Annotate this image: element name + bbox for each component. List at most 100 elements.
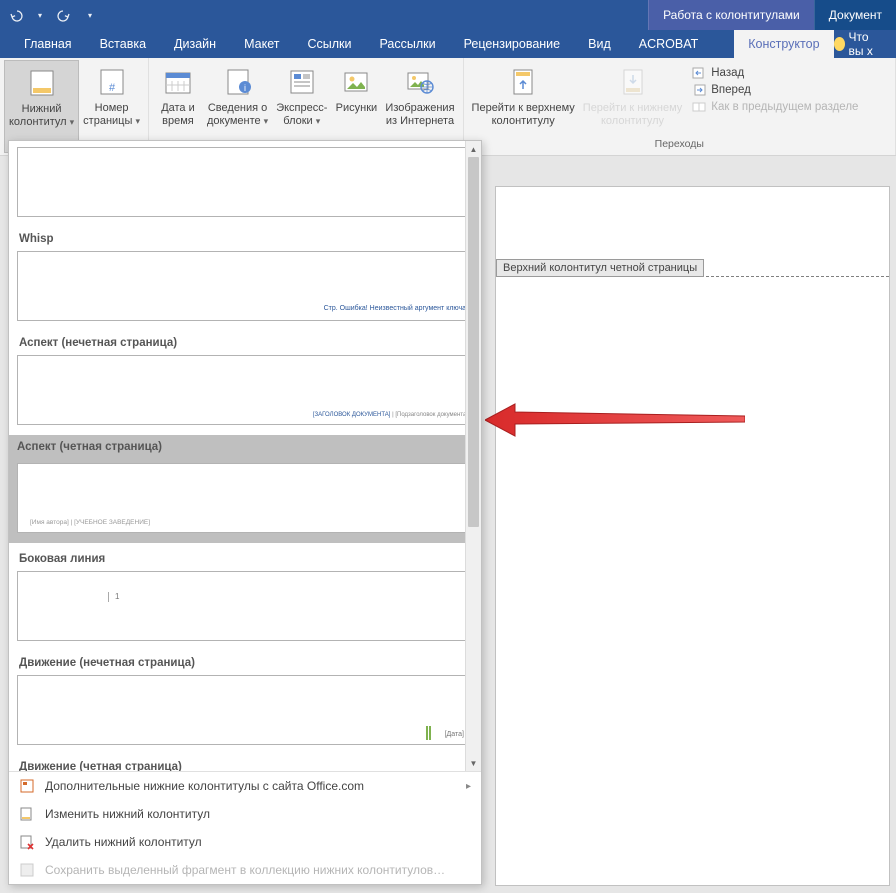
tab-insert[interactable]: Вставка (86, 30, 160, 58)
menu-label: Сохранить выделенный фрагмент в коллекци… (45, 863, 445, 877)
scroll-up-icon[interactable]: ▲ (466, 141, 481, 157)
contextual-tab-header: Работа с колонтитулами (648, 0, 814, 30)
doc-info-icon: i (222, 66, 254, 98)
preview-text: [Имя автора] | [УЧЕБНОЕ ЗАВЕДЕНИЕ] (30, 519, 150, 526)
menu-label: Изменить нижний колонтитул (45, 807, 210, 821)
gallery-item[interactable] (17, 145, 479, 223)
preview-text: [Дата] (445, 731, 464, 738)
gallery-item-selected[interactable]: Аспект (четная страница) [Имя автора] | … (17, 435, 479, 543)
gallery-preview: [Дата] (17, 675, 479, 745)
goto-footer-button[interactable]: Перейти к нижнему колонтитулу (579, 60, 686, 136)
title-bar: ▾ ▾ Работа с колонтитулами Документ (0, 0, 896, 30)
footer-gallery: Whisp Стр. Ошибка! Неизвестный аргумент … (8, 140, 482, 885)
redo-icon[interactable] (56, 7, 72, 23)
qat-customize-icon[interactable]: ▾ (82, 7, 98, 23)
group-navigation: Перейти к верхнему колонтитулу Перейти к… (464, 58, 896, 155)
nav-fwd-icon (692, 83, 706, 97)
online-pictures-label: Изображения из Интернета (385, 102, 454, 127)
office-icon (19, 778, 35, 794)
menu-label: Удалить нижний колонтитул (45, 835, 202, 849)
nav-back-label: Назад (711, 67, 744, 79)
tab-view[interactable]: Вид (574, 30, 625, 58)
gallery-preview: [ЗАГОЛОВОК ДОКУМЕНТА] | [Подзаголовок до… (17, 355, 479, 425)
online-pictures-icon (404, 66, 436, 98)
scroll-thumb[interactable] (468, 157, 479, 527)
gallery-item[interactable]: 1 (17, 569, 479, 647)
menu-edit-footer[interactable]: Изменить нижний колонтитул (9, 800, 481, 828)
gallery-item-label: Боковая линия (17, 547, 479, 569)
preview-text: Стр. Ошибка! Неизвестный аргумент ключа. (324, 305, 468, 312)
gallery-footer-menu: Дополнительные нижние колонтитулы с сайт… (9, 771, 481, 884)
document-title: Документ (814, 0, 896, 30)
gallery-preview (17, 147, 479, 217)
gallery-item-label: Аспект (четная страница) (9, 435, 481, 457)
undo-icon[interactable] (8, 7, 24, 23)
goto-footer-icon (617, 66, 649, 98)
gallery-item[interactable]: [ЗАГОЛОВОК ДОКУМЕНТА] | [Подзаголовок до… (17, 353, 479, 431)
bulb-icon (834, 37, 845, 51)
link-to-previous: Как в предыдущем разделе (692, 100, 858, 114)
tab-design[interactable]: Дизайн (160, 30, 230, 58)
gallery-item-label: Движение (нечетная страница) (17, 651, 479, 673)
gallery-item-label: Whisp (17, 227, 479, 249)
tab-mailings[interactable]: Рассылки (365, 30, 449, 58)
tab-references[interactable]: Ссылки (293, 30, 365, 58)
gallery-preview: 1 (17, 571, 479, 641)
gallery-item-label: Движение (четная страница) (17, 755, 479, 771)
goto-header-button[interactable]: Перейти к верхнему колонтитулу (468, 60, 579, 136)
pictures-icon (340, 66, 372, 98)
tab-constructor[interactable]: Конструктор (734, 30, 833, 58)
tell-me[interactable]: Что вы х (834, 30, 896, 58)
quick-parts-label: Экспресс- блоки ▾ (276, 102, 327, 127)
page-number-label: Номер страницы ▾ (83, 102, 140, 127)
transitions-group-title: Переходы (655, 136, 704, 153)
remove-icon (19, 834, 35, 850)
menu-remove-footer[interactable]: Удалить нижний колонтитул (9, 828, 481, 856)
quick-access-toolbar: ▾ ▾ (0, 7, 106, 23)
gallery-preview: [Имя автора] | [УЧЕБНОЕ ЗАВЕДЕНИЕ] (17, 463, 473, 533)
menu-more-office[interactable]: Дополнительные нижние колонтитулы с сайт… (9, 772, 481, 800)
tab-layout[interactable]: Макет (230, 30, 293, 58)
edit-icon (19, 806, 35, 822)
tell-me-label: Что вы х (849, 30, 886, 58)
nav-back[interactable]: Назад (692, 66, 858, 80)
date-time-label: Дата и время (161, 102, 195, 127)
save-icon (19, 862, 35, 878)
quick-parts-icon (286, 66, 318, 98)
page-number-icon: # (96, 66, 128, 98)
svg-text:i: i (244, 83, 246, 93)
footer-label: Нижний колонтитул ▾ (9, 103, 74, 128)
goto-header-label: Перейти к верхнему колонтитулу (472, 102, 575, 127)
goto-header-icon (507, 66, 539, 98)
chevron-right-icon: ▸ (466, 781, 471, 792)
nav-fwd-label: Вперед (711, 84, 751, 96)
scroll-down-icon[interactable]: ▼ (466, 755, 481, 771)
doc-info-label: Сведения о документе ▾ (207, 102, 268, 127)
link-prev-icon (692, 100, 706, 114)
pictures-label: Рисунки (336, 102, 378, 115)
gallery-item-label: Аспект (нечетная страница) (17, 331, 479, 353)
footer-icon (26, 67, 58, 99)
accent-icon (426, 726, 428, 740)
preview-text: [ЗАГОЛОВОК ДОКУМЕНТА] | [Подзаголовок до… (313, 412, 468, 418)
ribbon-tabs: Главная Вставка Дизайн Макет Ссылки Расс… (0, 30, 896, 58)
menu-save-selection: Сохранить выделенный фрагмент в коллекци… (9, 856, 481, 884)
page[interactable]: Верхний колонтитул четной страницы (495, 186, 890, 886)
gallery-item[interactable]: Стр. Ошибка! Неизвестный аргумент ключа. (17, 249, 479, 327)
goto-footer-label: Перейти к нижнему колонтитулу (583, 102, 682, 127)
link-prev-label: Как в предыдущем разделе (711, 101, 858, 113)
gallery-item[interactable]: [Дата] (17, 673, 479, 751)
svg-text:#: # (109, 82, 116, 94)
tab-home[interactable]: Главная (10, 30, 86, 58)
nav-forward[interactable]: Вперед (692, 83, 858, 97)
calendar-icon (162, 66, 194, 98)
nav-back-icon (692, 66, 706, 80)
menu-label: Дополнительные нижние колонтитулы с сайт… (45, 779, 364, 793)
tab-acrobat[interactable]: ACROBAT (625, 30, 713, 58)
qat-dropdown-icon[interactable]: ▾ (32, 7, 48, 23)
preview-text: 1 (108, 592, 119, 602)
tab-review[interactable]: Рецензирование (450, 30, 575, 58)
header-tag: Верхний колонтитул четной страницы (496, 259, 704, 277)
gallery-preview: Стр. Ошибка! Неизвестный аргумент ключа. (17, 251, 479, 321)
gallery-scrollbar[interactable]: ▲ ▼ (465, 141, 481, 771)
